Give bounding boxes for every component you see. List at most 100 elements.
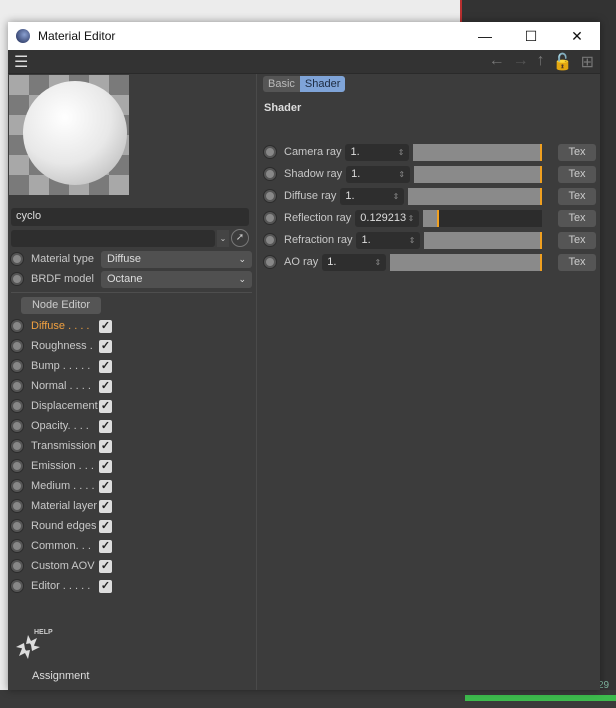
animate-radio-icon[interactable] <box>11 540 23 552</box>
animate-radio-icon[interactable] <box>264 168 276 180</box>
spinner-arrows-icon[interactable]: ⇕ <box>393 192 400 201</box>
animate-radio-icon[interactable] <box>264 212 276 224</box>
animate-radio-icon[interactable] <box>264 146 276 158</box>
slider-handle[interactable] <box>540 231 542 249</box>
channel-checkbox[interactable]: ✓ <box>99 559 112 573</box>
channel-label[interactable]: Displacement <box>31 400 99 412</box>
tex-button[interactable]: Tex <box>558 253 596 271</box>
animate-radio-icon[interactable] <box>264 234 276 246</box>
shader-slider[interactable] <box>390 253 542 271</box>
slider-handle[interactable] <box>540 143 542 161</box>
channel-checkbox[interactable]: ✓ <box>99 339 112 353</box>
tex-button[interactable]: Tex <box>558 143 596 161</box>
spinner-arrows-icon[interactable]: ⇕ <box>398 170 405 179</box>
channel-label[interactable]: Diffuse . . . . <box>31 320 99 332</box>
shader-slider[interactable] <box>423 209 542 227</box>
material-name-field[interactable]: cyclo <box>11 208 249 226</box>
minimize-button[interactable]: — <box>462 28 508 45</box>
channel-checkbox[interactable]: ✓ <box>99 379 112 393</box>
channel-checkbox[interactable]: ✓ <box>99 519 112 533</box>
channel-label[interactable]: Medium . . . . <box>31 480 99 492</box>
animate-radio-icon[interactable] <box>11 420 23 432</box>
channel-checkbox[interactable]: ✓ <box>99 539 112 553</box>
spinner-arrows-icon[interactable]: ⇕ <box>408 214 415 223</box>
shader-value-input[interactable]: 1. ⇕ <box>322 253 387 271</box>
animate-radio-icon[interactable] <box>11 560 23 572</box>
tab-basic[interactable]: Basic <box>263 76 300 92</box>
animate-radio-icon[interactable] <box>11 460 23 472</box>
shader-slider[interactable] <box>414 165 542 183</box>
animate-radio-icon[interactable] <box>11 253 23 265</box>
close-button[interactable]: ✕ <box>554 28 600 45</box>
spinner-arrows-icon[interactable]: ⇕ <box>398 148 405 157</box>
channel-checkbox[interactable]: ✓ <box>99 439 112 453</box>
shader-slider[interactable] <box>424 231 542 249</box>
material-preview[interactable] <box>9 75 129 195</box>
brdf-model-select[interactable]: Octane ⌄ <box>101 270 252 288</box>
shader-value-input[interactable]: 1. ⇕ <box>340 187 405 205</box>
channel-checkbox[interactable]: ✓ <box>99 479 112 493</box>
channel-label[interactable]: Emission . . . <box>31 460 99 472</box>
slider-handle[interactable] <box>436 209 439 227</box>
animate-radio-icon[interactable] <box>11 440 23 452</box>
tex-button[interactable]: Tex <box>558 165 596 183</box>
shader-value-input[interactable]: 1. ⇕ <box>345 143 410 161</box>
shader-value-input[interactable]: 1. ⇕ <box>356 231 421 249</box>
up-arrow-icon[interactable]: ↑ <box>537 52 545 72</box>
link-field[interactable] <box>11 230 215 247</box>
animate-radio-icon[interactable] <box>264 256 276 268</box>
shader-slider[interactable] <box>408 187 542 205</box>
channel-label[interactable]: Roughness . <box>31 340 99 352</box>
channel-label[interactable]: Round edges <box>31 520 99 532</box>
tex-button[interactable]: Tex <box>558 187 596 205</box>
animate-radio-icon[interactable] <box>11 580 23 592</box>
channel-checkbox[interactable]: ✓ <box>99 459 112 473</box>
channel-label[interactable]: Opacity. . . . <box>31 420 99 432</box>
channel-label[interactable]: Transmission <box>31 440 99 452</box>
channel-label[interactable]: Common. . . <box>31 540 99 552</box>
spinner-arrows-icon[interactable]: ⇕ <box>375 258 382 267</box>
animate-radio-icon[interactable] <box>11 500 23 512</box>
animate-radio-icon[interactable] <box>11 380 23 392</box>
lock-icon[interactable]: 🔓 <box>553 52 573 72</box>
channel-label[interactable]: Bump . . . . . <box>31 360 99 372</box>
channel-checkbox[interactable]: ✓ <box>99 419 112 433</box>
animate-radio-icon[interactable] <box>11 480 23 492</box>
channel-label[interactable]: Material layer <box>31 500 99 512</box>
channel-checkbox[interactable]: ✓ <box>99 399 112 413</box>
channel-checkbox[interactable]: ✓ <box>99 319 112 333</box>
material-type-select[interactable]: Diffuse ⌄ <box>101 250 252 268</box>
maximize-button[interactable]: ☐ <box>508 28 554 45</box>
tab-shader[interactable]: Shader <box>299 76 346 92</box>
assignment-tab[interactable]: Assignment <box>32 670 89 682</box>
channel-checkbox[interactable]: ✓ <box>99 579 112 593</box>
shader-value-input[interactable]: 0.129213 ⇕ <box>355 209 420 227</box>
channel-checkbox[interactable]: ✓ <box>99 359 112 373</box>
slider-handle[interactable] <box>540 253 542 271</box>
forward-arrow-icon[interactable]: → <box>513 52 529 72</box>
shader-slider[interactable] <box>413 143 542 161</box>
animate-radio-icon[interactable] <box>264 190 276 202</box>
pick-object-icon[interactable]: ➚ <box>231 229 249 247</box>
slider-handle[interactable] <box>540 187 542 205</box>
animate-radio-icon[interactable] <box>11 273 23 285</box>
tex-button[interactable]: Tex <box>558 209 596 227</box>
link-dropdown-chevron-icon[interactable]: ⌄ <box>217 230 229 247</box>
node-editor-button[interactable]: Node Editor <box>21 297 101 314</box>
back-arrow-icon[interactable]: ← <box>489 52 505 72</box>
hamburger-menu-icon[interactable]: ☰ <box>14 52 28 72</box>
tex-button[interactable]: Tex <box>558 231 596 249</box>
new-window-icon[interactable]: ⊞ <box>581 52 594 72</box>
slider-handle[interactable] <box>540 165 542 183</box>
animate-radio-icon[interactable] <box>11 340 23 352</box>
spinner-arrows-icon[interactable]: ⇕ <box>409 236 416 245</box>
channel-label[interactable]: Editor . . . . . <box>31 580 99 592</box>
animate-radio-icon[interactable] <box>11 520 23 532</box>
channel-label[interactable]: Normal . . . . <box>31 380 99 392</box>
animate-radio-icon[interactable] <box>11 320 23 332</box>
channel-label[interactable]: Custom AOV <box>31 560 99 572</box>
channel-checkbox[interactable]: ✓ <box>99 499 112 513</box>
shader-value-input[interactable]: 1. ⇕ <box>346 165 411 183</box>
animate-radio-icon[interactable] <box>11 400 23 412</box>
animate-radio-icon[interactable] <box>11 360 23 372</box>
